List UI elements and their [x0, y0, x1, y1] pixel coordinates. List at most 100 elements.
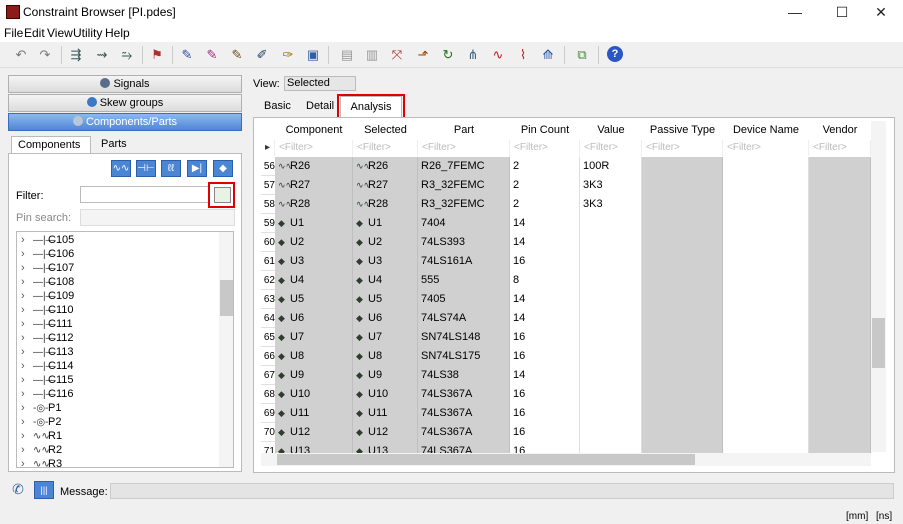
- refresh-icon[interactable]: ↻: [439, 46, 457, 64]
- tab-components[interactable]: Components: [11, 136, 91, 153]
- table-row[interactable]: 65 ◆ U7 ◆ U7 SN74LS148 16: [261, 328, 871, 347]
- help-icon[interactable]: ?: [607, 46, 623, 62]
- tab-basic[interactable]: Basic: [256, 97, 299, 117]
- tree-scroll-thumb[interactable]: [220, 280, 233, 316]
- tab-detail[interactable]: Detail: [298, 97, 342, 117]
- column-filter[interactable]: <Filter>: [723, 140, 809, 156]
- expand-arrow-icon[interactable]: ›: [21, 458, 33, 467]
- filter-combobox[interactable]: [80, 186, 210, 203]
- table-row[interactable]: 67 ◆ U9 ◆ U9 74LS38 14: [261, 366, 871, 385]
- table-row[interactable]: 61 ◆ U3 ◆ U3 74LS161A 16: [261, 252, 871, 271]
- tree-item[interactable]: › —|—C109: [21, 290, 74, 304]
- expand-arrow-icon[interactable]: ›: [21, 430, 33, 442]
- tree-item[interactable]: › —|—C113: [21, 346, 73, 360]
- expand-arrow-icon[interactable]: ›: [21, 290, 33, 302]
- tree-item[interactable]: › —|—C115: [21, 374, 73, 388]
- document-icon[interactable]: ▥: [363, 46, 381, 64]
- expand-arrow-icon[interactable]: ›: [21, 388, 33, 400]
- signal-list-icon[interactable]: |||: [34, 481, 54, 499]
- report-icon[interactable]: ⬏: [414, 46, 432, 64]
- expand-arrow-icon[interactable]: ›: [21, 304, 33, 316]
- expand-arrow-icon[interactable]: ›: [21, 374, 33, 386]
- brush-icon[interactable]: ✑: [279, 46, 297, 64]
- tree-item[interactable]: › —|—C108: [21, 276, 74, 290]
- column-header[interactable]: Vendor: [809, 121, 871, 139]
- column-filter[interactable]: <Filter>: [642, 140, 723, 156]
- components-parts-button[interactable]: Components/Parts: [8, 113, 242, 131]
- tree-item[interactable]: › ∿∿R3: [21, 458, 62, 467]
- table-row[interactable]: 70 ◆ U12 ◆ U12 74LS367A 16: [261, 423, 871, 442]
- column-header[interactable]: Passive Type: [642, 121, 723, 139]
- signals-button[interactable]: Signals: [8, 75, 242, 93]
- net-tool-icon[interactable]: ⇶: [67, 46, 85, 64]
- tab-parts[interactable]: Parts: [95, 136, 133, 153]
- expand-arrow-icon[interactable]: ›: [21, 276, 33, 288]
- table-row[interactable]: 64 ◆ U6 ◆ U6 74LS74A 14: [261, 309, 871, 328]
- chart-edit-icon[interactable]: ✎: [178, 46, 196, 64]
- table-row[interactable]: 71 ◆ U13 ◆ U13 74LS367A 16: [261, 442, 871, 453]
- tree-item[interactable]: › —|—C105: [21, 234, 74, 248]
- chart-color-icon[interactable]: ✎: [203, 46, 221, 64]
- route-icon[interactable]: ⥲: [118, 46, 136, 64]
- grid-horizontal-thumb[interactable]: [277, 454, 695, 465]
- rule-edit-icon[interactable]: ✐: [253, 46, 271, 64]
- plot-icon[interactable]: ⌇: [514, 46, 532, 64]
- expand-arrow-icon[interactable]: ›: [21, 346, 33, 358]
- view-select[interactable]: Selected: [284, 76, 356, 91]
- grid-vertical-thumb[interactable]: [872, 318, 885, 368]
- expand-arrow-icon[interactable]: ›: [21, 402, 33, 414]
- column-filter[interactable]: <Filter>: [580, 140, 642, 156]
- tree-item[interactable]: › —|—C107: [21, 262, 74, 276]
- menu-edit[interactable]: Edit: [24, 26, 45, 40]
- tree-item[interactable]: › -◎-P2: [21, 416, 61, 430]
- column-filter[interactable]: <Filter>: [275, 140, 353, 156]
- tree-item[interactable]: › —|—C110: [21, 304, 73, 318]
- expand-arrow-icon[interactable]: ›: [21, 318, 33, 330]
- column-filter[interactable]: <Filter>: [510, 140, 580, 156]
- minimize-button[interactable]: —: [773, 0, 817, 24]
- column-filter[interactable]: <Filter>: [418, 140, 510, 156]
- tree-item[interactable]: › —|—C116: [21, 388, 73, 402]
- menu-help[interactable]: Help: [105, 26, 130, 40]
- menu-view[interactable]: View: [47, 26, 73, 40]
- column-filter[interactable]: <Filter>: [353, 140, 418, 156]
- expand-arrow-icon[interactable]: ›: [21, 360, 33, 372]
- expand-arrow-icon[interactable]: ›: [21, 262, 33, 274]
- table-row[interactable]: 69 ◆ U11 ◆ U11 74LS367A 16: [261, 404, 871, 423]
- crossprobe-icon[interactable]: ⤧: [388, 46, 406, 64]
- table-row[interactable]: 60 ◆ U2 ◆ U2 74LS393 14: [261, 233, 871, 252]
- column-filter[interactable]: <Filter>: [809, 140, 871, 156]
- close-button[interactable]: ✕: [859, 0, 903, 24]
- column-header[interactable]: Value: [580, 121, 642, 139]
- table-row[interactable]: 66 ◆ U8 ◆ U8 SN74LS175 16: [261, 347, 871, 366]
- skew-groups-button[interactable]: Skew groups: [8, 94, 242, 112]
- tree-scrollbar[interactable]: [219, 232, 233, 467]
- waveform-icon[interactable]: ∿: [489, 46, 507, 64]
- expand-arrow-icon[interactable]: ›: [21, 416, 33, 428]
- table-row[interactable]: 58 ∿∿R28 ∿∿R28 R3_32FEMC 2 3K3: [261, 195, 871, 214]
- table-row[interactable]: 56 ∿∿R26 ∿∿R26 R26_7FEMC 2 100R: [261, 157, 871, 176]
- column-header[interactable]: Pin Count: [510, 121, 580, 139]
- table-row[interactable]: 59 ◆ U1 ◆ U1 7404 14: [261, 214, 871, 233]
- spectrum-icon[interactable]: ⟰: [539, 46, 557, 64]
- tree-item[interactable]: › -◎-P1: [21, 402, 61, 416]
- table-row[interactable]: 63 ◆ U5 ◆ U5 7405 14: [261, 290, 871, 309]
- expand-arrow-icon[interactable]: ›: [21, 248, 33, 260]
- column-header[interactable]: Component: [275, 121, 353, 139]
- table-row[interactable]: 62 ◆ U4 ◆ U4 555 8: [261, 271, 871, 290]
- column-header[interactable]: Selected: [353, 121, 418, 139]
- constraint-icon[interactable]: ⚑: [148, 46, 166, 64]
- menu-utility[interactable]: Utility: [73, 26, 102, 40]
- pin-search-input[interactable]: [80, 209, 235, 226]
- undo-icon[interactable]: ↶: [12, 46, 30, 64]
- net-edit-icon[interactable]: ⇝: [93, 46, 111, 64]
- capacitor-filter-button[interactable]: ⊣⊢: [136, 160, 156, 177]
- redo-icon[interactable]: ↷: [36, 46, 54, 64]
- grid-icon[interactable]: ▤: [338, 46, 356, 64]
- table-row[interactable]: 68 ◆ U10 ◆ U10 74LS367A 16: [261, 385, 871, 404]
- expand-arrow-icon[interactable]: ›: [21, 234, 33, 246]
- menu-file[interactable]: File: [4, 26, 23, 40]
- ic-filter-button[interactable]: ◆: [213, 160, 233, 177]
- pencil-icon[interactable]: ✎: [228, 46, 246, 64]
- expand-arrow-icon[interactable]: ›: [21, 444, 33, 456]
